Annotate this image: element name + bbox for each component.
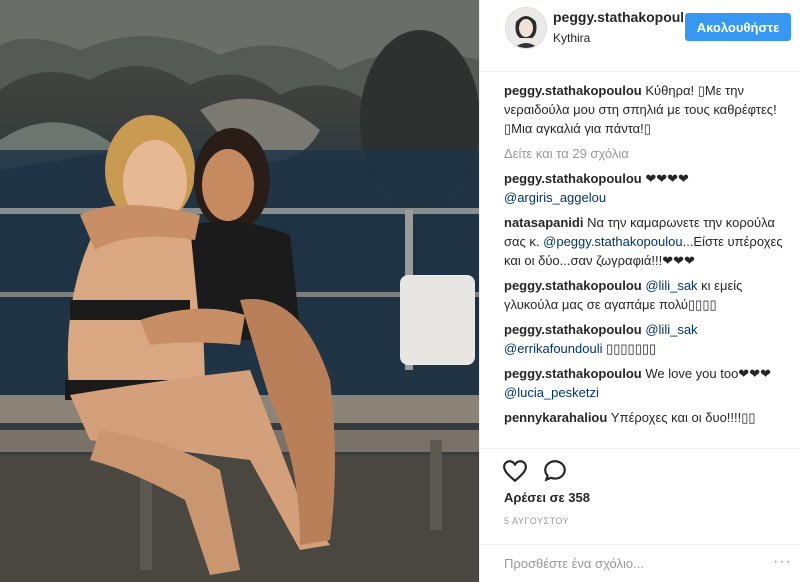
post-date: 5 ΑΥΓΟΥΣΤΟΥ xyxy=(504,516,570,526)
comment-bubble-icon[interactable] xyxy=(542,458,568,484)
comment-input[interactable] xyxy=(504,553,774,573)
comment-mention[interactable]: @lili_sak xyxy=(645,322,697,337)
profile-avatar[interactable] xyxy=(505,7,547,49)
caption-username[interactable]: peggy.stathakopoulou xyxy=(504,83,642,98)
post-photo[interactable] xyxy=(0,0,479,582)
comment-username[interactable]: peggy.stathakopoulou xyxy=(504,171,642,186)
comment-text: Υπέροχες και οι δυο!!!!▯▯ xyxy=(607,410,756,425)
comment-username[interactable]: natasapanidi xyxy=(504,215,583,230)
comment-item: pennykarahaliou Υπέροχες και οι δυο!!!!▯… xyxy=(504,408,794,427)
comment-username[interactable]: peggy.stathakopoulou xyxy=(504,366,642,381)
comments-section: peggy.stathakopoulou Κύθηρα! ▯Με την νερ… xyxy=(504,81,794,433)
avatar-icon xyxy=(506,8,546,48)
comment-text-after: ▯▯▯▯▯▯▯ xyxy=(602,341,657,356)
view-all-comments-link[interactable]: Δείτε και τα 29 σχόλια xyxy=(504,144,794,163)
add-comment-bar: ··· xyxy=(480,544,800,582)
more-options-icon[interactable]: ··· xyxy=(773,553,792,571)
post-photo-illustration xyxy=(0,0,479,582)
post-actions xyxy=(480,448,800,483)
comment-mention[interactable]: @lucia_pesketzi xyxy=(504,385,599,400)
likes-count[interactable]: Αρέσει σε 358 xyxy=(504,490,590,505)
comment-mention[interactable]: @peggy.stathakopoulou xyxy=(543,234,682,249)
comment-username[interactable]: peggy.stathakopoulou xyxy=(504,322,642,337)
heart-icon[interactable] xyxy=(502,458,528,484)
comment-mention[interactable]: @argiris_aggelou xyxy=(504,190,606,205)
post-location[interactable]: Kythira xyxy=(553,31,590,45)
comment-item: natasapanidi Να την καμαρωνετε την κορού… xyxy=(504,213,794,270)
comment-username[interactable]: peggy.stathakopoulou xyxy=(504,278,642,293)
post-username[interactable]: peggy.stathakopoulou xyxy=(553,9,683,25)
caption: peggy.stathakopoulou Κύθηρα! ▯Με την νερ… xyxy=(504,81,794,138)
comment-item: peggy.stathakopoulou We love you too❤❤❤ @… xyxy=(504,364,794,402)
comment-item: peggy.stathakopoulou @lili_sak @errikafo… xyxy=(504,320,794,358)
comment-text: We love you too❤❤❤ xyxy=(641,366,771,381)
post-header: peggy.stathakopoulou Kythira Ακολουθήστε xyxy=(480,0,800,72)
post-side-panel: peggy.stathakopoulou Kythira Ακολουθήστε… xyxy=(479,0,800,582)
comment-item: peggy.stathakopoulou @lili_sak κι εμείς … xyxy=(504,276,794,314)
comment-text: ❤❤❤❤ xyxy=(641,171,689,186)
comment-mention[interactable]: @errikafoundouli xyxy=(504,341,602,356)
follow-button[interactable]: Ακολουθήστε xyxy=(685,13,791,41)
comment-username[interactable]: pennykarahaliou xyxy=(504,410,607,425)
comment-mention[interactable]: @lili_sak xyxy=(645,278,697,293)
comment-item: peggy.stathakopoulou ❤❤❤❤ @argiris_aggel… xyxy=(504,169,794,207)
